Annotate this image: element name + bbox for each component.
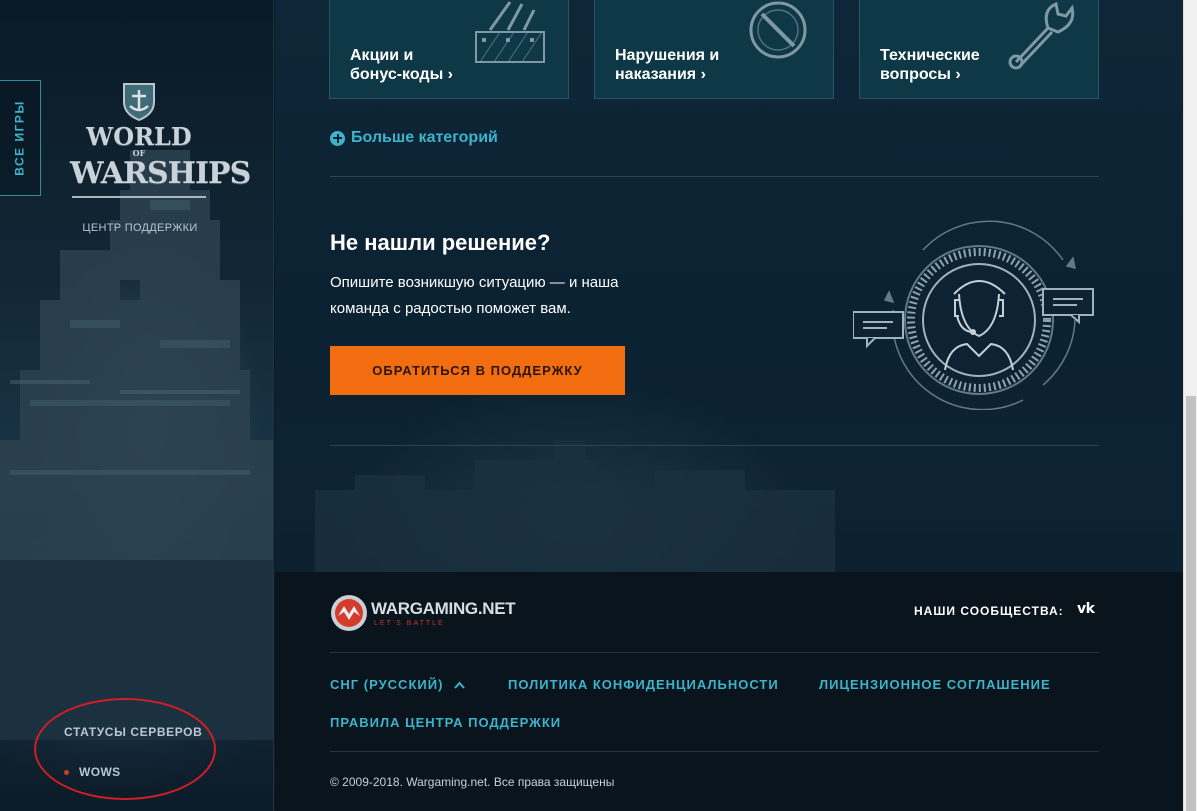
emblem-icon [123,83,155,122]
support-rules-link[interactable]: ПРАВИЛА ЦЕНТРА ПОДДЕРЖКИ [330,715,561,730]
category-label: Технические вопросы › [880,47,980,83]
category-card-promotions[interactable]: Акции и бонус-коды › [329,0,569,99]
more-categories-label: Больше категорий [351,129,498,146]
communities-label: НАШИ СООБЩЕСТВА: [914,604,1064,618]
clapper-board-icon [475,1,545,63]
support-center-label: ЦЕНТР ПОДДЕРЖКИ [82,222,198,234]
logo-warships-text: WARSHIPS [70,156,251,191]
footer: WARGAMING.NET LET'S BATTLE НАШИ СООБЩЕСТ… [275,572,1183,811]
prohibited-icon [749,1,807,59]
footer-divider [330,652,1099,653]
category-card-technical[interactable]: Технические вопросы › [859,0,1099,99]
scrollbar-thumb[interactable] [1186,396,1196,811]
logo-world-text: WORLD [86,122,192,151]
not-found-title: Не нашли решение? [330,230,551,255]
plus-circle-icon [330,130,345,146]
wargaming-slogan: LET'S BATTLE [374,620,445,627]
more-categories-link[interactable]: Больше категорий [330,129,498,147]
region-selector[interactable]: СНГ (РУССКИЙ) [330,677,465,692]
wargaming-logo[interactable]: WARGAMING.NET LET'S BATTLE [330,594,520,634]
wargaming-emblem-icon [331,595,367,631]
region-label: СНГ (РУССКИЙ) [330,677,444,692]
wrench-icon [1008,1,1075,70]
wargaming-name: WARGAMING.NET [371,599,516,618]
all-games-label: ВСЕ ИГРЫ [13,100,27,176]
copyright-text: © 2009-2018. Wargaming.net. Все права за… [330,775,615,789]
logo-underline [72,196,206,204]
privacy-policy-link[interactable]: ПОЛИТИКА КОНФИДЕНЦИАЛЬНОСТИ [508,677,779,692]
sidebar: ВСЕ ИГРЫ WORLD OF WARSHIPS ЦЕНТР ПОДДЕРЖ… [0,0,274,811]
chevron-up-icon [454,681,465,689]
category-card-violations[interactable]: Нарушения и наказания › [594,0,834,99]
support-agent-illustration [853,220,1094,410]
category-label: Нарушения и наказания › [615,47,720,83]
vertical-scrollbar[interactable] [1183,0,1197,811]
contact-support-button[interactable]: ОБРАТИТЬСЯ В ПОДДЕРЖКУ [330,346,625,395]
ship-silhouette-background [315,440,835,580]
section-divider [330,445,1099,446]
world-of-warships-logo[interactable]: WORLD OF WARSHIPS [70,80,251,212]
red-annotation-circle [34,698,216,800]
all-games-tab[interactable]: ВСЕ ИГРЫ [0,80,41,196]
category-label: Акции и бонус-коды › [350,47,453,83]
footer-divider [330,751,1099,752]
not-found-description: Опишите возникшую ситуацию — и наша кома… [330,274,619,317]
vk-icon[interactable]: vk [1077,601,1095,617]
section-divider [330,176,1099,177]
main-content: Акции и бонус-коды › Нарушения и наказан… [275,0,1183,811]
license-agreement-link[interactable]: ЛИЦЕНЗИОННОЕ СОГЛАШЕНИЕ [819,677,1051,692]
